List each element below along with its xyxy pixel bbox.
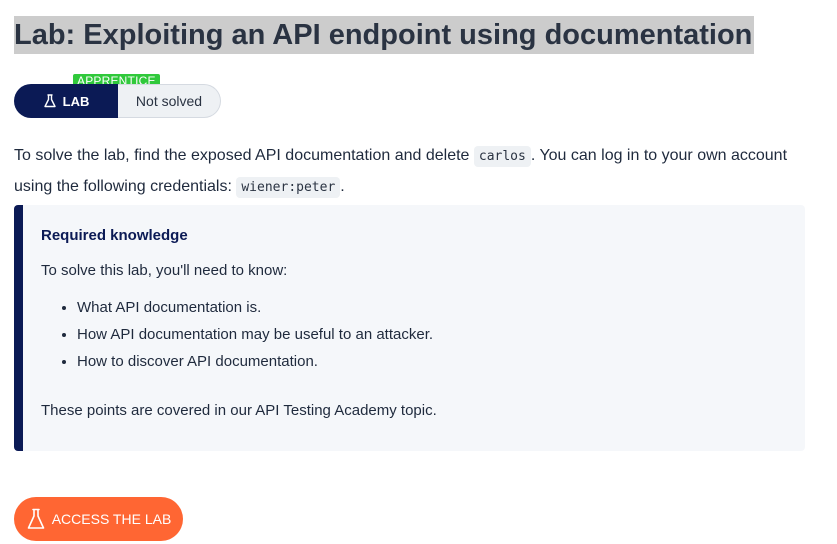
callout-lead: To solve this lab, you'll need to know:: [41, 262, 288, 279]
callout-footer: These points are covered in our API Test…: [41, 402, 437, 419]
intro-text-3: .: [340, 178, 345, 195]
required-knowledge-callout: Required knowledge To solve this lab, yo…: [14, 205, 805, 451]
access-lab-button[interactable]: ACCESS THE LAB: [14, 497, 183, 541]
flask-icon: [27, 508, 45, 529]
flask-icon: [43, 94, 56, 108]
list-item: What API documentation is.: [77, 294, 433, 321]
intro-text-1: To solve the lab, find the exposed API d…: [14, 147, 474, 164]
access-lab-label: ACCESS THE LAB: [51, 511, 172, 527]
target-username: carlos: [473, 146, 531, 167]
lab-status-badge: APPRENTICE LAB Not solved: [14, 74, 234, 120]
login-credentials: wiener:peter: [236, 177, 341, 198]
lab-description: To solve the lab, find the exposed API d…: [14, 141, 824, 203]
callout-title: Required knowledge: [41, 227, 188, 244]
knowledge-list: What API documentation is. How API docum…: [41, 294, 433, 375]
page-title: Lab: Exploiting an API endpoint using do…: [14, 16, 755, 54]
status-badge: Not solved: [118, 84, 221, 118]
list-item: How API documentation may be useful to a…: [77, 321, 433, 348]
lab-pill-label: LAB: [62, 93, 90, 109]
lab-pill: LAB: [14, 84, 118, 118]
list-item: How to discover API documentation.: [77, 348, 433, 375]
lab-page: Lab: Exploiting an API endpoint using do…: [0, 0, 837, 544]
